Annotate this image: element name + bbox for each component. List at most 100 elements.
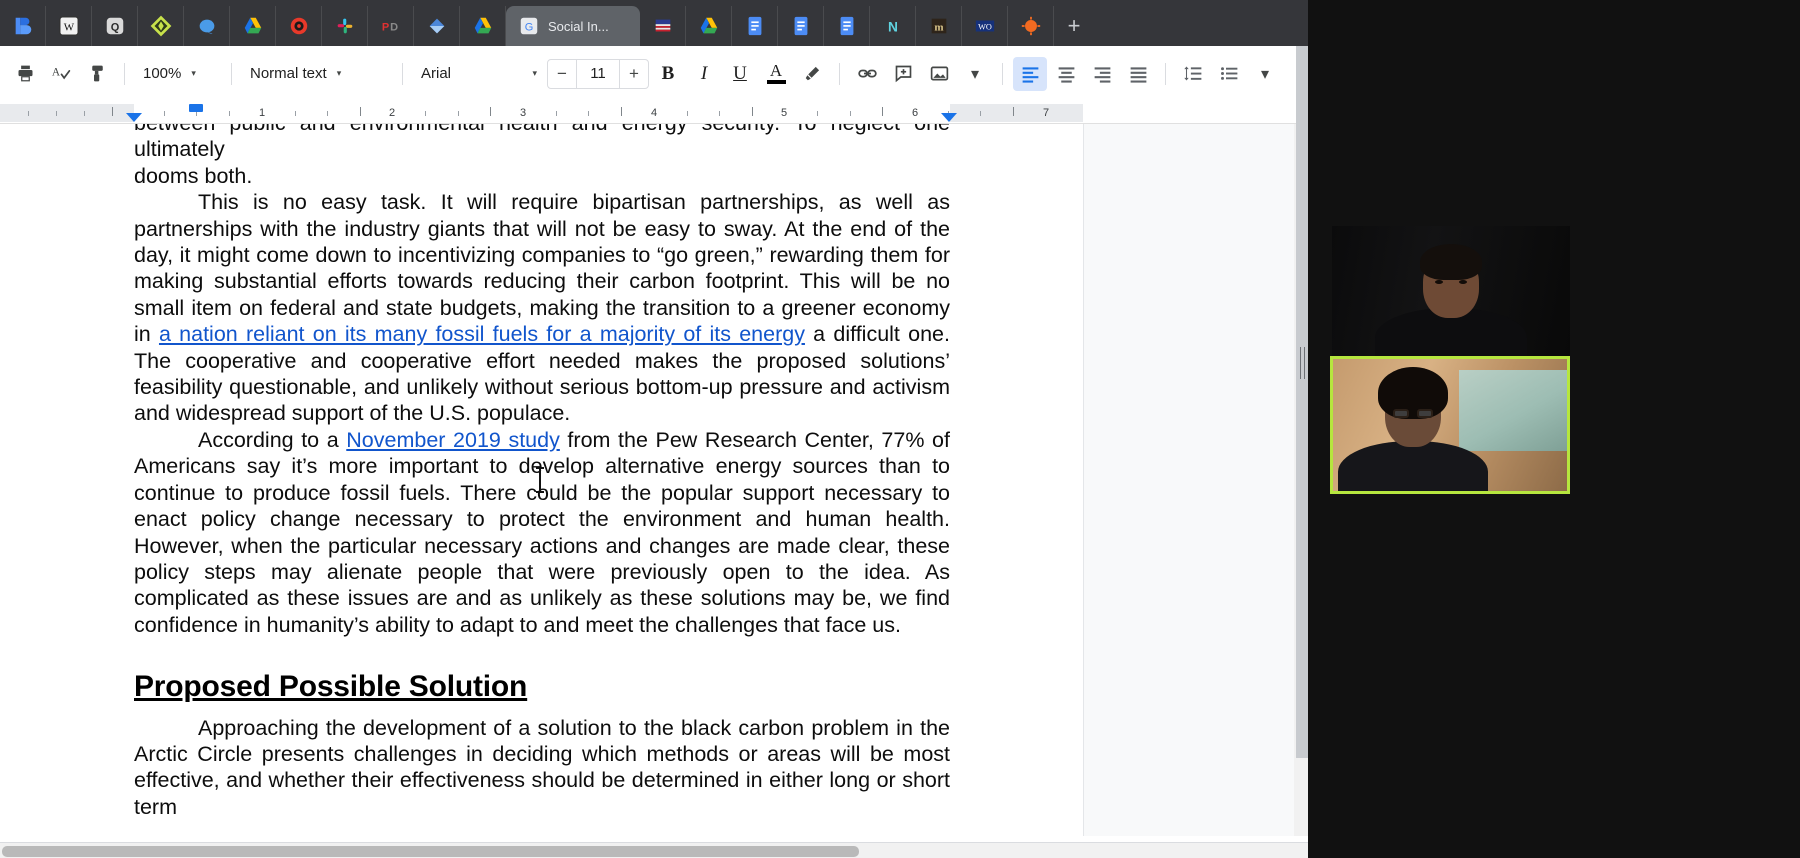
ruler-left-margin — [0, 104, 134, 122]
participant-tile-1[interactable] — [1332, 226, 1570, 358]
blue-diamond-icon — [426, 15, 448, 37]
document-horizontal-scrollbar[interactable] — [0, 842, 1308, 858]
document-body[interactable]: between public and environmental health … — [134, 124, 950, 820]
line-spacing-icon — [1183, 63, 1204, 84]
font-value: Arial — [421, 65, 451, 82]
resize-grip-handle[interactable] — [1300, 347, 1305, 379]
shared-screen-region: W Q — [0, 0, 1308, 858]
browser-tab[interactable] — [460, 6, 506, 46]
browser-tab[interactable]: Q — [92, 6, 138, 46]
underline-button[interactable]: U — [723, 57, 757, 91]
blue-blob-icon — [196, 15, 218, 37]
document-hyperlink[interactable]: a nation reliant on its many fossil fuel… — [159, 322, 805, 346]
browser-tab[interactable] — [778, 6, 824, 46]
google-drive-icon — [698, 15, 720, 37]
italic-button[interactable]: I — [687, 57, 721, 91]
left-indent-marker[interactable] — [126, 113, 142, 122]
browser-tab[interactable] — [686, 6, 732, 46]
toolbar-divider — [1002, 63, 1003, 85]
browser-tab[interactable] — [640, 6, 686, 46]
browser-tab[interactable] — [414, 6, 460, 46]
ruler-number: 7 — [1043, 104, 1049, 122]
new-tab-button[interactable]: + — [1054, 6, 1094, 46]
paragraph-style-dropdown[interactable]: Normal text ▾ — [242, 58, 392, 90]
chevron-down-icon: ▾ — [191, 68, 196, 79]
browser-tab[interactable]: P D — [368, 6, 414, 46]
svg-text:m: m — [934, 22, 943, 34]
document-page[interactable]: between public and environmental health … — [0, 124, 1083, 836]
ruler-right-margin — [950, 104, 1083, 122]
align-left-icon — [1020, 63, 1041, 84]
bold-button[interactable]: B — [651, 57, 685, 91]
bulleted-list-dropdown[interactable]: ▾ — [1248, 57, 1282, 91]
paint-format-button[interactable] — [80, 57, 114, 91]
zoom-value: 100% — [143, 65, 181, 82]
spellcheck-button[interactable]: A — [44, 57, 78, 91]
zoom-dropdown[interactable]: 100% ▾ — [135, 58, 221, 90]
ruler-number: 2 — [389, 104, 395, 122]
highlight-color-button[interactable] — [795, 57, 829, 91]
align-left-button[interactable] — [1013, 57, 1047, 91]
chevron-down-icon: ▾ — [1261, 64, 1269, 84]
insert-link-button[interactable] — [850, 57, 884, 91]
horizontal-scroll-thumb[interactable] — [2, 846, 859, 857]
google-docs-icon — [836, 15, 858, 37]
underline-label: U — [733, 63, 747, 85]
bulleted-list-button[interactable] — [1212, 57, 1246, 91]
text-color-button[interactable]: A — [759, 57, 793, 91]
paragraph-text-run: from the Pew Research Center, 77% of Ame… — [134, 428, 950, 637]
browser-tab[interactable] — [824, 6, 870, 46]
print-button[interactable] — [8, 57, 42, 91]
bulleted-list-icon — [1219, 63, 1240, 84]
wo-blue-icon: WO — [974, 15, 996, 37]
first-line-indent-marker[interactable] — [189, 104, 203, 112]
browser-tab-title: Social In... — [548, 19, 609, 34]
align-center-icon — [1056, 63, 1077, 84]
increase-font-size-button[interactable]: + — [620, 60, 648, 88]
decrease-font-size-button[interactable]: − — [548, 60, 576, 88]
browser-tab[interactable] — [230, 6, 276, 46]
font-size-stepper[interactable]: − 11 + — [547, 59, 649, 89]
document-paragraph[interactable]: This is no easy task. It will require bi… — [134, 189, 950, 427]
insert-image-dropdown[interactable]: ▾ — [958, 57, 992, 91]
participant-tile-2[interactable] — [1330, 356, 1570, 494]
document-ruler[interactable]: 1 2 3 4 5 6 7 — [0, 102, 1308, 124]
document-paragraph[interactable]: dooms both. — [134, 163, 950, 189]
line-spacing-button[interactable] — [1176, 57, 1210, 91]
font-size-value[interactable]: 11 — [576, 60, 620, 88]
browser-tab[interactable]: m — [916, 6, 962, 46]
flag-icon — [652, 15, 674, 37]
svg-text:P: P — [381, 22, 388, 34]
document-clipped-line: between public and environmental health … — [134, 124, 950, 163]
browser-tab[interactable]: N — [870, 6, 916, 46]
green-diamond-icon — [150, 15, 172, 37]
browser-tab[interactable] — [276, 6, 322, 46]
toolbar-divider — [124, 63, 125, 85]
browser-tab[interactable] — [0, 6, 46, 46]
ruler-number: 3 — [520, 104, 526, 122]
insert-link-icon — [857, 63, 878, 84]
document-paragraph[interactable]: Approaching the development of a solutio… — [134, 715, 950, 821]
browser-tab[interactable]: W — [46, 6, 92, 46]
svg-text:Q: Q — [110, 22, 119, 34]
ruler-number: 1 — [259, 104, 265, 122]
browser-tab[interactable] — [138, 6, 184, 46]
browser-tab[interactable] — [1008, 6, 1054, 46]
toolbar-divider — [231, 63, 232, 85]
font-dropdown[interactable]: Arial ▾ — [413, 58, 545, 90]
right-indent-marker[interactable] — [941, 113, 957, 122]
align-right-button[interactable] — [1085, 57, 1119, 91]
insert-image-button[interactable] — [922, 57, 956, 91]
document-paragraph[interactable]: According to a November 2019 study from … — [134, 427, 950, 638]
document-heading[interactable]: Proposed Possible Solution — [134, 674, 950, 700]
document-canvas[interactable]: between public and environmental health … — [0, 124, 1308, 836]
align-center-button[interactable] — [1049, 57, 1083, 91]
align-justify-button[interactable] — [1121, 57, 1155, 91]
add-comment-button[interactable] — [886, 57, 920, 91]
document-hyperlink[interactable]: November 2019 study — [346, 428, 560, 452]
browser-tab[interactable] — [184, 6, 230, 46]
browser-tab[interactable]: WO — [962, 6, 1008, 46]
browser-tab[interactable] — [732, 6, 778, 46]
browser-tab[interactable] — [322, 6, 368, 46]
browser-tab-active[interactable]: G Social In... — [506, 6, 640, 46]
